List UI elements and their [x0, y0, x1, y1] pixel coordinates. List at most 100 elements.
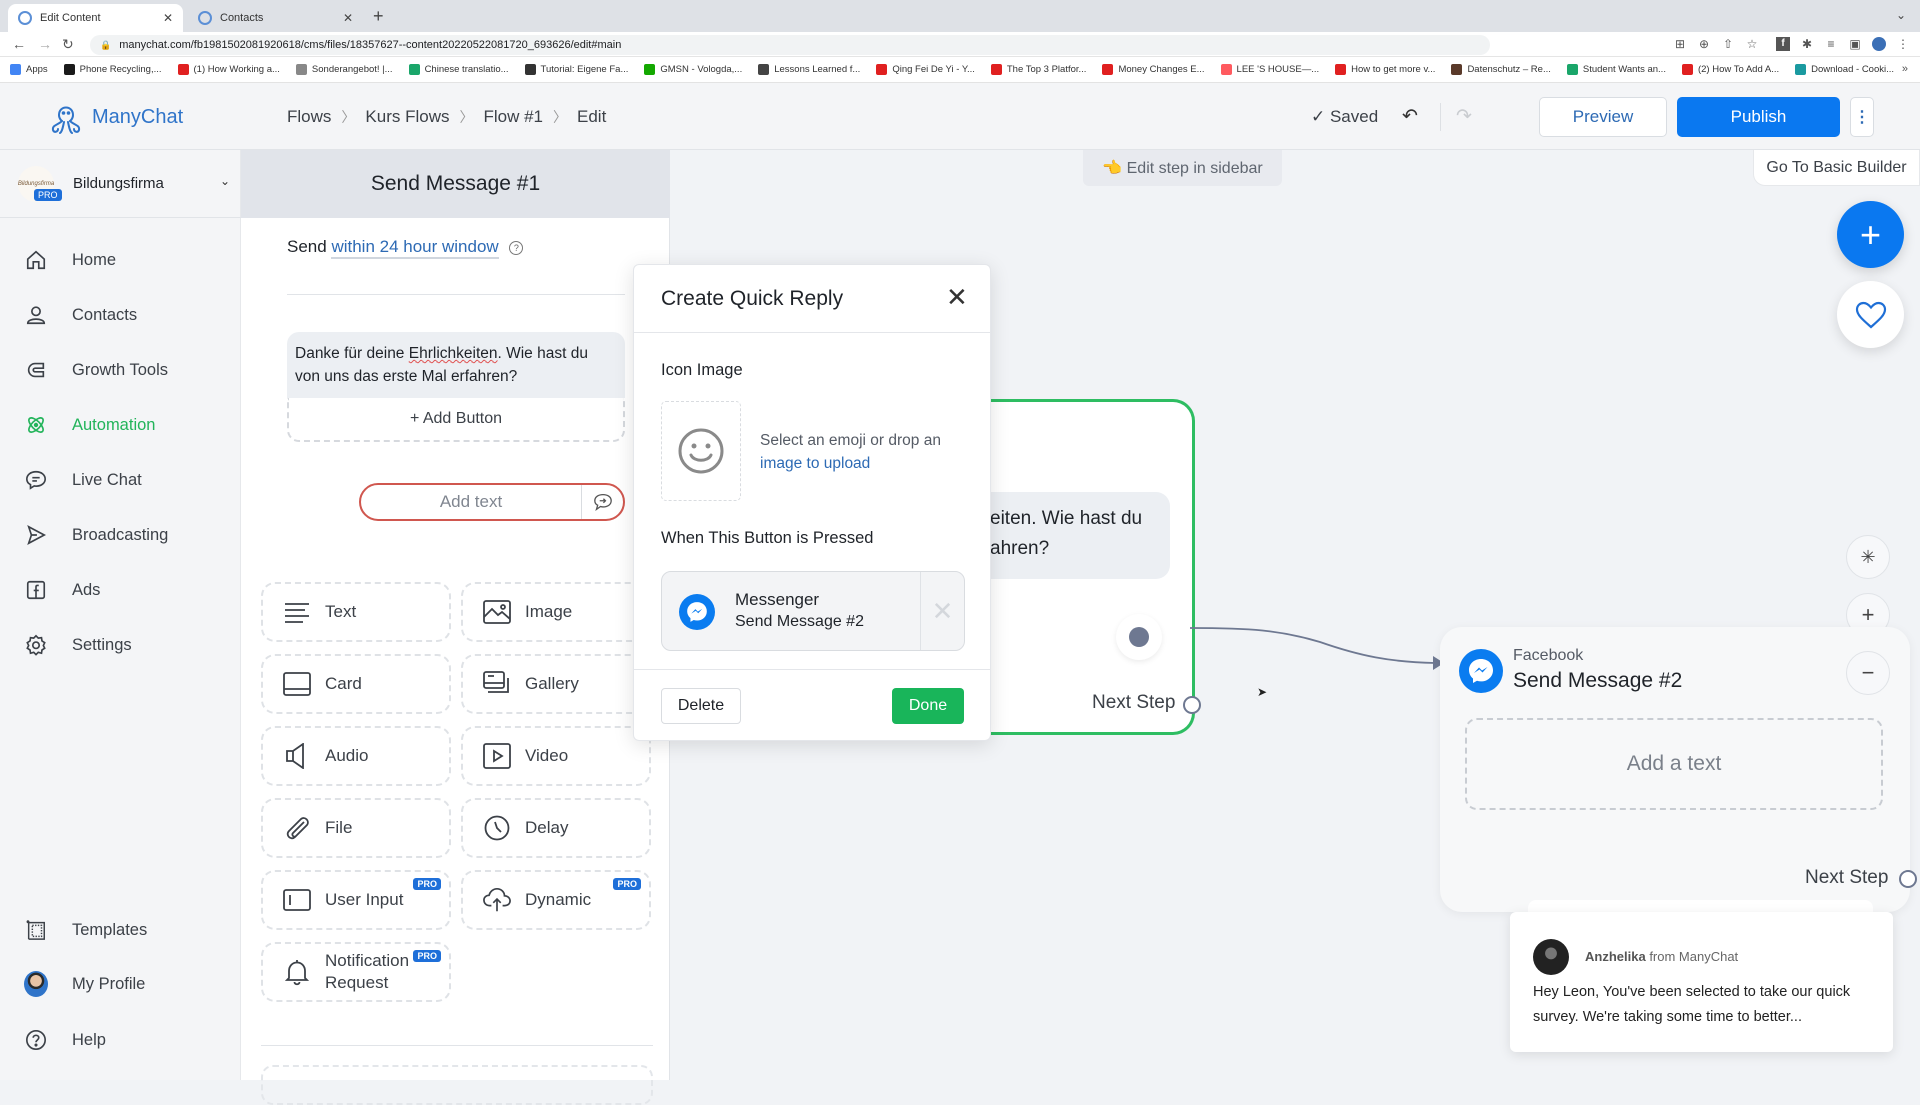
quick-reply-icon[interactable] [581, 485, 623, 519]
intercom-chat-popup[interactable]: Anzhelika from ManyChat Hey Leon, You've… [1510, 912, 1893, 1052]
breadcrumb-kurs-flows[interactable]: Kurs Flows [365, 107, 449, 127]
block-dynamic[interactable]: Dynamic PRO [461, 870, 651, 930]
message-text-block[interactable]: Danke für deine Ehrlichkeiten. Wie hast … [287, 332, 625, 398]
new-tab-button[interactable]: + [373, 6, 384, 27]
bookmark-item[interactable]: Chinese translatio... [408, 64, 509, 75]
bookmark-item[interactable]: Apps [10, 64, 48, 75]
quick-reply-input[interactable]: Add text [359, 483, 625, 521]
add-text-placeholder[interactable]: Add text [361, 492, 581, 512]
action-target[interactable]: Messenger Send Message #2 ✕ [661, 571, 965, 651]
misspelled-word[interactable]: Ehrlichkeiten [409, 345, 498, 362]
go-to-basic-builder-button[interactable]: Go To Basic Builder [1753, 150, 1920, 186]
bookmark-item[interactable]: Phone Recycling,... [63, 64, 162, 75]
close-tab-icon[interactable]: ✕ [343, 11, 353, 25]
block-user-input[interactable]: User Input PRO [261, 870, 451, 930]
translate-icon[interactable]: ⊞ [1673, 37, 1687, 51]
add-step-button[interactable]: + [1837, 201, 1904, 268]
browser-menu-icon[interactable]: ⋮ [1896, 37, 1910, 51]
bookmark-item[interactable]: (2) How To Add A... [1681, 64, 1779, 75]
sidebar-item-ads[interactable]: Ads [24, 578, 100, 602]
next-step-port[interactable] [1183, 696, 1201, 714]
delete-button[interactable]: Delete [661, 688, 741, 724]
block-card[interactable]: Card [261, 654, 451, 714]
emoji-picker-button[interactable] [661, 401, 741, 501]
bookmark-item[interactable]: Download - Cooki... [1795, 64, 1894, 75]
side-panel-icon[interactable]: ▣ [1848, 37, 1862, 51]
tab-search-chevron-icon[interactable]: ⌄ [1896, 8, 1906, 22]
bookmark-item[interactable]: Money Changes E... [1102, 64, 1205, 75]
block-audio[interactable]: Audio [261, 726, 451, 786]
quick-reply-port[interactable] [1116, 614, 1162, 660]
zoom-icon[interactable]: ⊕ [1697, 37, 1711, 51]
favorite-button[interactable] [1837, 281, 1904, 348]
step-title[interactable]: Send Message #1 [241, 150, 670, 218]
redo-icon[interactable]: ↷ [1456, 105, 1472, 128]
bookmark-star-icon[interactable]: ☆ [1745, 37, 1759, 51]
forward-icon[interactable]: → [38, 36, 52, 52]
block-delay[interactable]: Delay [461, 798, 651, 858]
when-pressed-label: When This Button is Pressed [661, 529, 874, 547]
bookmark-item[interactable]: Tutorial: Eigene Fa... [524, 64, 628, 75]
add-a-text-button[interactable]: Add a text [1465, 718, 1883, 810]
sidebar-item-settings[interactable]: Settings [24, 633, 132, 657]
sidebar-item-my-profile[interactable]: My Profile [24, 971, 145, 997]
reload-icon[interactable]: ↻ [62, 36, 74, 53]
bookmark-item[interactable]: LEE 'S HOUSE—... [1220, 64, 1319, 75]
sidebar-item-contacts[interactable]: Contacts [24, 303, 137, 327]
sidebar-item-home[interactable]: Home [24, 248, 116, 272]
help-icon[interactable]: ? [509, 240, 524, 255]
back-icon[interactable]: ← [12, 36, 26, 52]
profile-avatar[interactable] [1872, 37, 1886, 51]
bookmark-item[interactable]: Student Wants an... [1566, 64, 1666, 75]
remove-action-button[interactable]: ✕ [920, 572, 964, 650]
sidebar-item-automation[interactable]: Automation [24, 413, 155, 437]
share-icon[interactable]: ⇧ [1721, 37, 1735, 51]
more-bookmarks-button[interactable]: » [1902, 63, 1908, 75]
bookmark-item[interactable]: GMSN - Vologda,... [644, 64, 742, 75]
bookmark-item[interactable]: How to get more v... [1335, 64, 1435, 75]
done-button[interactable]: Done [892, 688, 964, 724]
sidebar-item-help[interactable]: Help [24, 1028, 106, 1052]
sidebar-item-live-chat[interactable]: Live Chat [24, 468, 142, 492]
sidebar-item-templates[interactable]: Templates [24, 918, 147, 942]
block-video[interactable]: Video [461, 726, 651, 786]
extensions-puzzle-icon[interactable]: ✱ [1800, 37, 1814, 51]
reading-list-icon[interactable]: ≡ [1824, 37, 1838, 51]
bookmark-item[interactable]: Qing Fei De Yi - Y... [876, 64, 975, 75]
bookmark-item[interactable]: (1) How Working a... [177, 64, 280, 75]
send-window-link[interactable]: within 24 hour window [331, 237, 499, 259]
image-upload-link[interactable]: image to upload [760, 455, 870, 472]
block-image[interactable]: Image [461, 582, 651, 642]
manychat-logo[interactable]: ManyChat [48, 99, 183, 135]
more-options-button[interactable]: ⋮ [1850, 97, 1874, 137]
publish-button[interactable]: Publish [1677, 97, 1840, 137]
magic-wand-button[interactable]: ✳ [1846, 535, 1890, 579]
undo-icon[interactable]: ↶ [1402, 105, 1418, 128]
add-button-button[interactable]: + Add Button [287, 398, 625, 442]
tab-edit-content[interactable]: Edit Content ✕ [8, 4, 183, 32]
bookmark-item[interactable]: The Top 3 Platfor... [990, 64, 1086, 75]
close-icon[interactable]: ✕ [946, 282, 968, 313]
facebook-extension-icon[interactable]: f [1776, 37, 1790, 51]
lock-icon: 🔒 [100, 39, 112, 50]
bookmark-item[interactable]: Sonderangebot! |... [295, 64, 393, 75]
block-file[interactable]: File [261, 798, 451, 858]
send-message-2-node[interactable]: Facebook Send Message #2 Add a text Next… [1440, 627, 1917, 912]
tab-contacts[interactable]: Contacts ✕ [188, 4, 363, 32]
breadcrumb-flow-1[interactable]: Flow #1 [483, 107, 543, 127]
url-input[interactable]: 🔒 manychat.com/fb198150208192061​8/cms/f… [90, 35, 1490, 55]
block-text[interactable]: Text [261, 582, 451, 642]
next-step-port[interactable] [1899, 870, 1917, 888]
sidebar-item-growth-tools[interactable]: Growth Tools [24, 358, 168, 382]
preview-button[interactable]: Preview [1539, 97, 1667, 137]
account-switcher[interactable]: Bildungsfirma PRO Bildungsfirma ⌄ [0, 150, 241, 218]
zoom-out-button[interactable]: − [1846, 651, 1890, 695]
sidebar-item-broadcasting[interactable]: Broadcasting [24, 523, 168, 547]
block-gallery[interactable]: Gallery [461, 654, 651, 714]
bookmark-item[interactable]: Datenschutz – Re... [1451, 64, 1551, 75]
breadcrumb-flows[interactable]: Flows [287, 107, 331, 127]
block-notification-request[interactable]: Notification Request PRO [261, 942, 451, 1002]
close-tab-icon[interactable]: ✕ [163, 11, 173, 25]
bookmark-item[interactable]: Lessons Learned f... [758, 64, 860, 75]
add-block-area[interactable] [261, 1065, 653, 1105]
